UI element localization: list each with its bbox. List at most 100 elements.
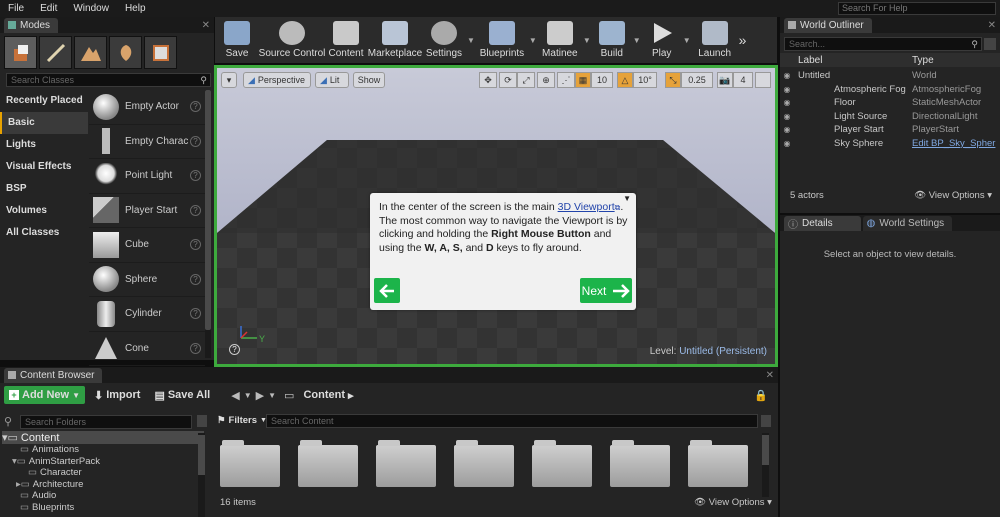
camera-speed-icon[interactable]: 📷 — [717, 72, 733, 88]
surface-snap-icon[interactable]: ⋰ — [557, 72, 575, 88]
help-icon[interactable]: ? — [190, 342, 201, 354]
table-row[interactable]: ◉ Sky Sphere Edit BP_Sky_Spher — [780, 137, 1000, 151]
scrollbar[interactable] — [198, 433, 205, 517]
perspective-button[interactable]: ◢ Perspective — [243, 72, 311, 88]
camera-speed-value[interactable]: 4 — [733, 72, 753, 88]
category-visual-effects[interactable]: Visual Effects — [0, 156, 88, 178]
chevron-down-icon[interactable]: ▼ — [633, 36, 641, 45]
eye-icon[interactable]: ◉ — [780, 125, 794, 134]
tree-item-audio[interactable]: ▭ Audio — [2, 490, 204, 502]
folder-tile[interactable] — [454, 440, 514, 487]
list-item[interactable]: Cylinder? — [89, 297, 205, 332]
save-button[interactable]: Save — [215, 17, 259, 63]
overflow-chevron-icon[interactable]: » — [739, 32, 747, 48]
place-mode-icon[interactable] — [4, 36, 37, 69]
breadcrumb[interactable]: Content ▸ — [298, 386, 358, 404]
scale-icon[interactable]: ⤢ — [517, 72, 535, 88]
world-local-icon[interactable]: ⊕ — [537, 72, 555, 88]
menu-help[interactable]: Help — [117, 3, 154, 14]
eye-icon[interactable]: ◉ — [780, 112, 794, 121]
play-button[interactable]: Play — [643, 17, 681, 63]
translate-icon[interactable]: ✥ — [479, 72, 497, 88]
tree-item-blueprints[interactable]: ▭ Blueprints — [2, 502, 204, 514]
chevron-down-icon[interactable]: ▼ — [244, 391, 252, 400]
search-classes-input[interactable]: Search Classes ⚲ — [6, 73, 211, 87]
tree-item-animations[interactable]: ▭ Animations — [2, 444, 204, 456]
lit-button[interactable]: ◢ Lit — [315, 72, 349, 88]
help-icon[interactable]: ? — [229, 344, 240, 355]
help-search-input[interactable]: Search For Help — [838, 2, 996, 15]
tree-item-animstarterpack[interactable]: ▾▭ AnimStarterPack — [2, 456, 204, 468]
close-icon[interactable]: ✕ — [202, 20, 214, 31]
outliner-settings-icon[interactable] — [984, 38, 996, 50]
folder-tile[interactable] — [220, 440, 280, 487]
scrollbar[interactable] — [205, 90, 211, 358]
chevron-down-icon[interactable]: ▼ — [529, 36, 537, 45]
table-row[interactable]: ◉ Atmospheric Fog AtmosphericFog — [780, 83, 1000, 97]
category-recently-placed[interactable]: Recently Placed — [0, 90, 88, 112]
foliage-mode-icon[interactable] — [109, 36, 142, 69]
help-icon[interactable]: ? — [190, 239, 201, 251]
eye-icon[interactable]: ◉ — [780, 139, 794, 148]
settings-button[interactable]: Settings — [423, 17, 465, 63]
tutorial-link[interactable]: 3D Viewport — [558, 201, 615, 213]
eye-icon[interactable]: ◉ — [780, 85, 794, 94]
category-bsp[interactable]: BSP — [0, 178, 88, 200]
viewport-options-button[interactable]: ▾ — [221, 72, 237, 88]
help-icon[interactable]: ? — [190, 204, 201, 216]
show-button[interactable]: Show — [353, 72, 385, 88]
rotation-snap-value[interactable]: 10° — [633, 72, 657, 88]
outliner-col-label[interactable]: Label — [798, 55, 912, 66]
geometry-mode-icon[interactable] — [144, 36, 177, 69]
category-all-classes[interactable]: All Classes — [0, 222, 88, 244]
save-search-icon[interactable] — [761, 415, 771, 427]
tree-item-content[interactable]: ▾▭ Content — [2, 431, 204, 444]
help-icon[interactable]: ? — [190, 273, 201, 285]
outliner-col-type[interactable]: Type — [912, 55, 934, 66]
grid-size-value[interactable]: 10 — [591, 72, 613, 88]
category-basic[interactable]: Basic — [0, 112, 88, 134]
content-button[interactable]: Content — [325, 17, 367, 63]
table-row[interactable]: ◉ Player Start PlayerStart — [780, 123, 1000, 137]
list-item[interactable]: Sphere? — [89, 263, 205, 297]
table-row[interactable]: ◉ Floor StaticMeshActor — [780, 96, 1000, 110]
help-icon[interactable]: ? — [190, 170, 201, 182]
landscape-mode-icon[interactable] — [74, 36, 107, 69]
forward-arrow-icon[interactable]: ▶ — [256, 389, 264, 402]
add-new-button[interactable]: + Add New ▼ — [4, 386, 85, 404]
rotation-snap-icon[interactable]: △ — [617, 72, 633, 88]
filters-button[interactable]: ⚑ Filters ▼ — [217, 413, 267, 427]
table-row[interactable]: ◉ Light Source DirectionalLight — [780, 110, 1000, 124]
level-viewport[interactable]: ▾ ◢ Perspective ◢ Lit Show ✥ ⟳ ⤢ ⊕ ⋰ ▦ 10 … — [214, 65, 778, 367]
eye-icon[interactable]: ◉ — [780, 98, 794, 107]
tree-item-architecture[interactable]: ▸▭ Architecture — [2, 479, 204, 491]
modes-tab[interactable]: Modes — [4, 17, 59, 33]
chevron-down-icon[interactable]: ▼ — [683, 36, 691, 45]
list-item[interactable]: Cone? — [89, 332, 205, 366]
chevron-down-icon[interactable]: ▼ — [467, 36, 475, 45]
launch-button[interactable]: Launch — [693, 17, 737, 63]
category-lights[interactable]: Lights — [0, 134, 88, 156]
lock-icon[interactable]: 🔒 — [754, 389, 768, 402]
help-icon[interactable]: ? — [190, 135, 201, 147]
scale-snap-icon[interactable]: ⤡ — [665, 72, 681, 88]
world-settings-tab[interactable]: ◍ World Settings — [862, 215, 953, 231]
search-folders-input[interactable]: Search Folders — [20, 415, 192, 429]
build-button[interactable]: Build — [593, 17, 631, 63]
outliner-tab[interactable]: World Outliner — [784, 17, 872, 33]
table-row[interactable]: ◉ Untitled World — [780, 69, 1000, 83]
menu-window[interactable]: Window — [65, 3, 117, 14]
grid-snap-icon[interactable]: ▦ — [575, 72, 591, 88]
list-item[interactable]: Player Start? — [89, 194, 205, 228]
cb-view-options-button[interactable]: 👁 View Options ▾ — [694, 497, 772, 508]
help-icon[interactable]: ? — [190, 308, 201, 320]
tree-item-character[interactable]: ▭ Character — [2, 467, 204, 479]
details-tab[interactable]: ⓘ Details — [784, 215, 861, 231]
cb-tab[interactable]: Content Browser — [4, 367, 103, 383]
folder-tile[interactable] — [376, 440, 436, 487]
level-name[interactable]: Untitled (Persistent) — [679, 346, 767, 357]
folder-tile[interactable] — [532, 440, 592, 487]
import-button[interactable]: ⬇ Import — [89, 386, 145, 404]
list-item[interactable]: Point Light? — [89, 159, 205, 194]
rotate-icon[interactable]: ⟳ — [499, 72, 517, 88]
